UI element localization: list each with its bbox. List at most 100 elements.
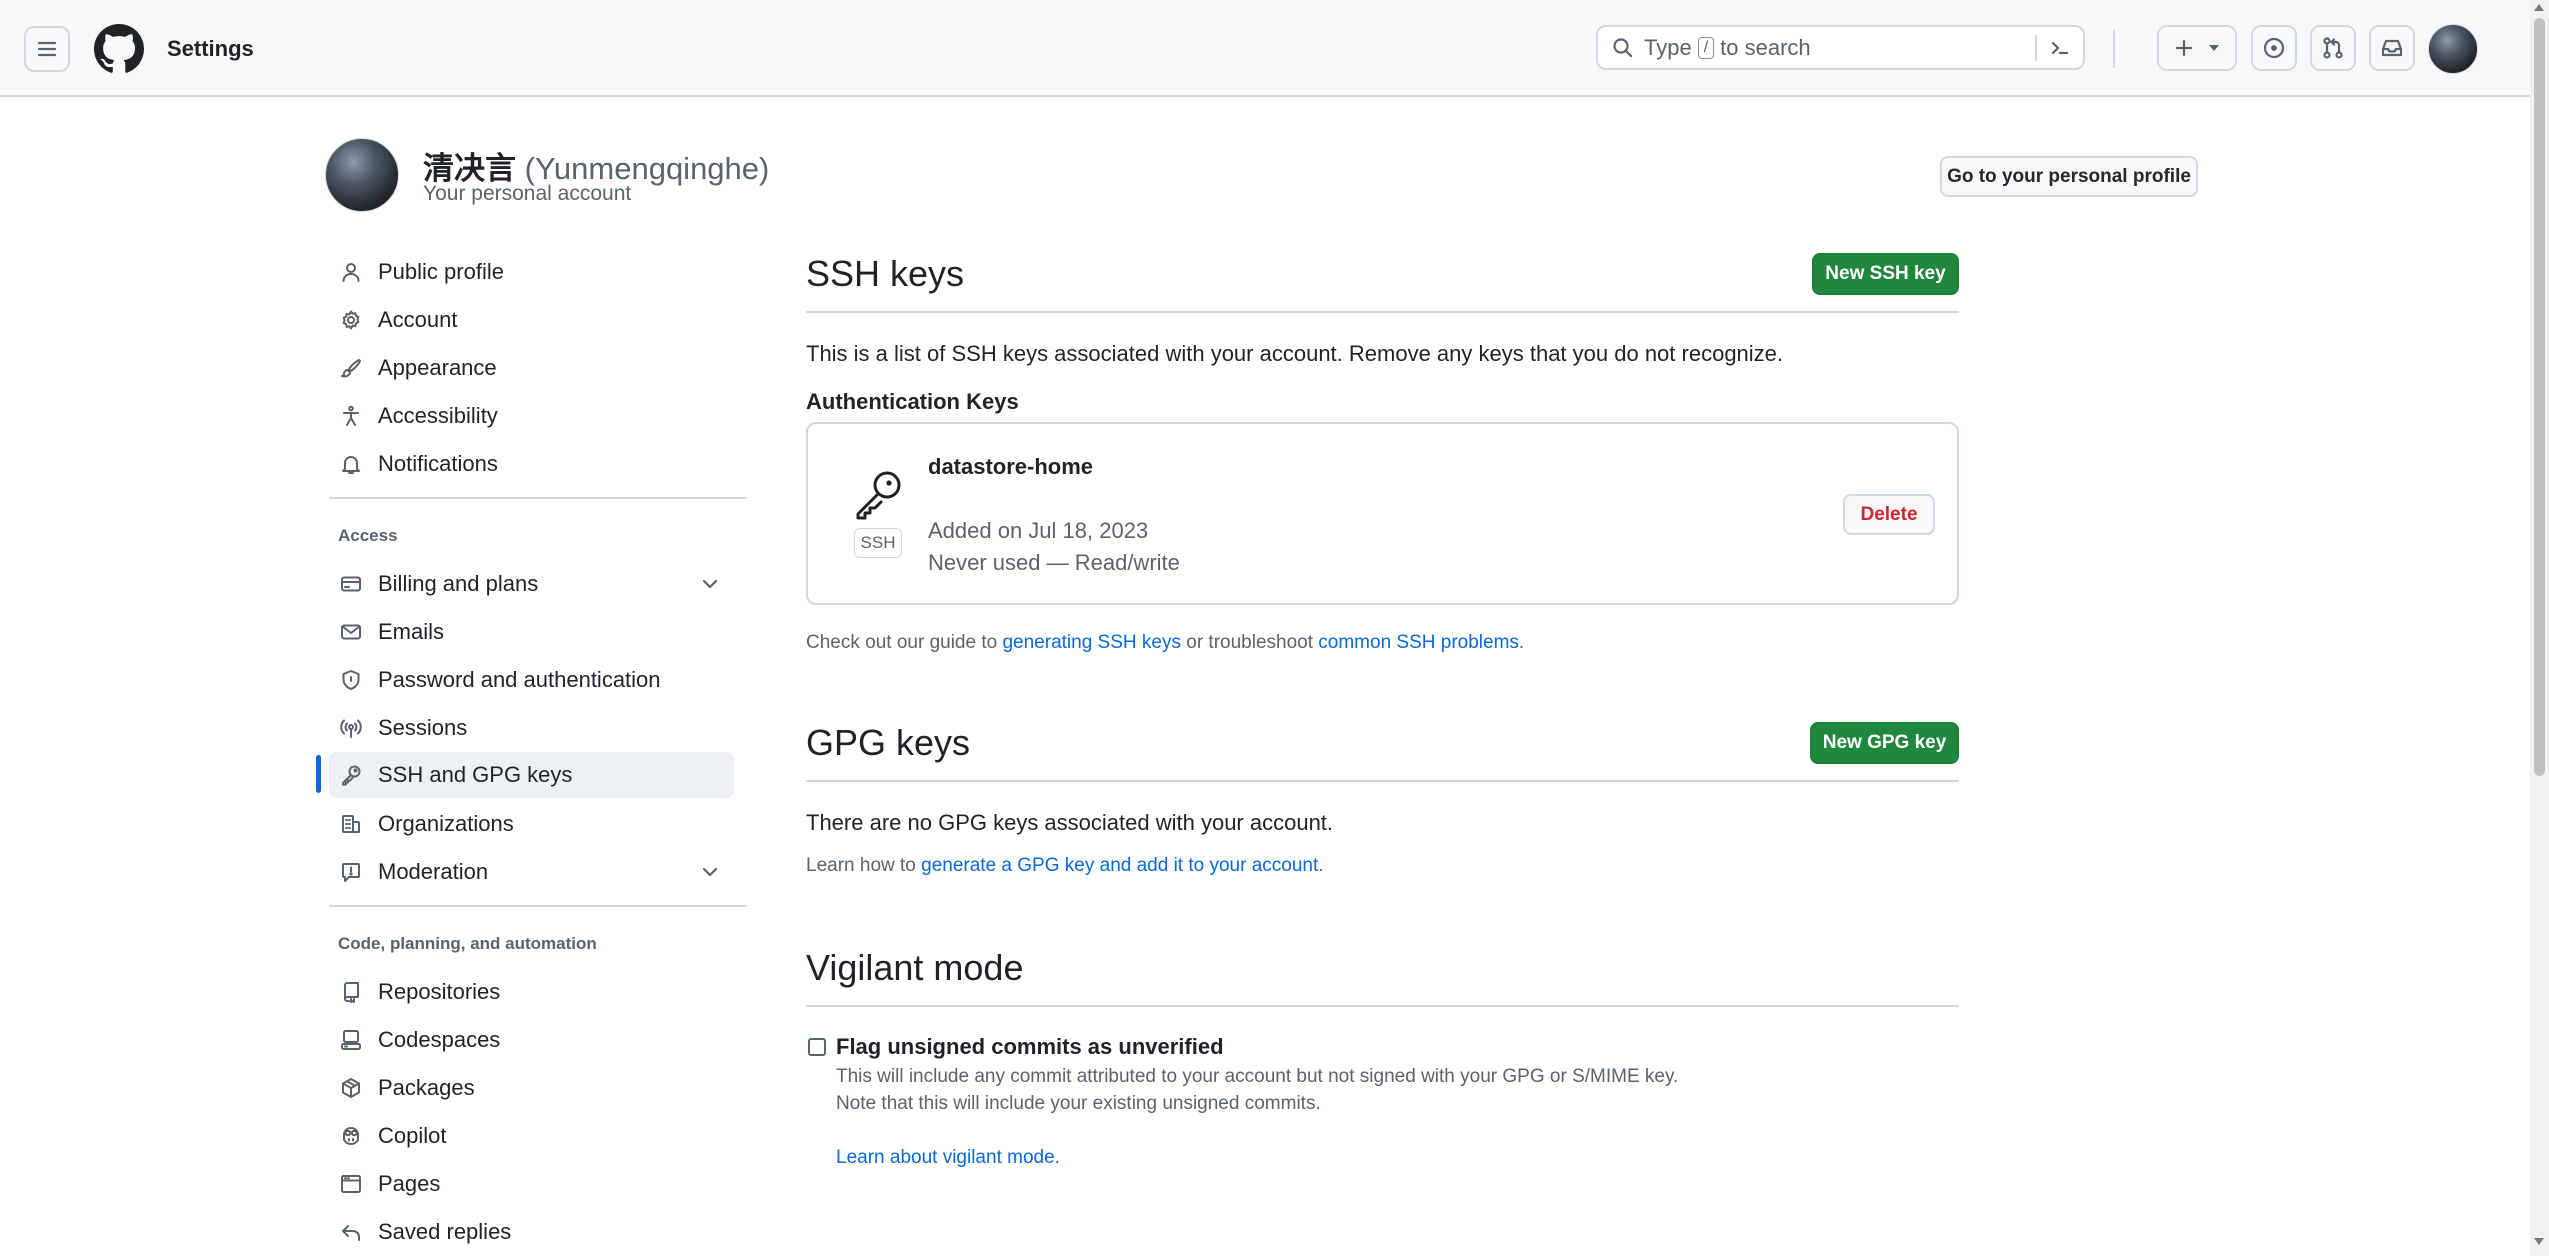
page-context-title[interactable]: Settings	[167, 36, 254, 62]
gear-icon	[339, 308, 363, 332]
issues-button[interactable]	[2251, 25, 2297, 71]
new-ssh-key-button[interactable]: New SSH key	[1812, 253, 1959, 295]
active-item-marker	[316, 755, 321, 793]
profile-avatar[interactable]	[325, 138, 399, 212]
search-divider	[2035, 35, 2037, 61]
menu-button[interactable]	[24, 26, 70, 72]
inbox-icon	[2381, 39, 2403, 57]
sidebar-item-sessions[interactable]: Sessions	[329, 705, 734, 751]
ssh-guide-prefix: Check out our guide to	[806, 632, 998, 653]
github-logo-icon[interactable]	[94, 24, 144, 74]
sidebar-item-packages[interactable]: Packages	[329, 1065, 734, 1111]
sidebar-item-moderation[interactable]: Moderation	[329, 849, 734, 895]
broadcast-icon	[339, 716, 363, 740]
delete-ssh-key-button[interactable]: Delete	[1843, 494, 1935, 535]
sidebar-group-access: Access	[338, 526, 398, 545]
ssh-keys-heading: SSH keys	[806, 253, 965, 294]
sidebar-item-pages[interactable]: Pages	[329, 1161, 734, 1207]
pull-requests-button[interactable]	[2310, 25, 2356, 71]
ssh-description: This is a list of SSH keys associated wi…	[806, 341, 1784, 366]
sidebar-item-copilot[interactable]: Copilot	[329, 1113, 734, 1159]
generate-gpg-key-link[interactable]: generate a GPG key and add it to your ac…	[921, 855, 1318, 876]
scrollbar-thumb[interactable]	[2534, 18, 2545, 776]
sidebar-item-account[interactable]: Account	[329, 297, 734, 343]
user-avatar-menu[interactable]	[2428, 24, 2478, 74]
hamburger-icon	[37, 41, 57, 57]
person-icon	[339, 260, 363, 284]
learn-vigilant-mode-link[interactable]: Learn about vigilant mode.	[836, 1147, 1060, 1169]
sidebar-item-saved-replies[interactable]: Saved replies	[329, 1209, 734, 1255]
mail-icon	[339, 620, 363, 644]
generating-ssh-keys-link[interactable]: generating SSH keys	[1002, 632, 1181, 653]
ssh-key-item: SSH datastore-home Added on Jul 18, 2023…	[806, 422, 1959, 605]
vigilant-mode-heading: Vigilant mode	[806, 947, 1024, 988]
chevron-down-icon[interactable]	[700, 574, 720, 600]
sidebar-item-label: Codespaces	[378, 1027, 501, 1052]
profile-login: (Yunmengqinghe)	[524, 151, 770, 186]
sidebar-item-label: Password and authentication	[378, 667, 661, 692]
search-placeholder-suffix: to search	[1720, 34, 1811, 60]
sidebar-item-organizations[interactable]: Organizations	[329, 801, 734, 847]
browser-icon	[339, 1172, 363, 1196]
gpg-learn-prefix: Learn how to	[806, 855, 916, 876]
profile-name[interactable]: 清决言	[423, 151, 516, 186]
ssh-guide-suffix: .	[1518, 632, 1525, 653]
sidebar-item-label: Billing and plans	[378, 571, 539, 596]
triangle-down-icon	[2209, 45, 2219, 51]
gpg-learn-text: Learn how to generate a GPG key and add …	[806, 855, 1324, 877]
ssh-guide-middle: or troubleshoot	[1186, 632, 1313, 653]
inbox-button[interactable]	[2369, 25, 2415, 71]
sidebar-item-label: Accessibility	[378, 403, 498, 428]
new-gpg-key-button[interactable]: New GPG key	[1810, 722, 1959, 764]
sidebar-item-password[interactable]: Password and authentication	[329, 657, 734, 703]
sidebar-item-label: Saved replies	[378, 1219, 512, 1244]
sidebar-item-appearance[interactable]: Appearance	[329, 345, 734, 391]
codespaces-icon	[339, 1028, 363, 1052]
gpg-empty-text: There are no GPG keys associated with yo…	[806, 810, 1334, 835]
create-new-button[interactable]	[2157, 25, 2237, 71]
git-pull-request-icon	[2323, 37, 2343, 59]
sidebar-item-label: Copilot	[378, 1123, 447, 1148]
sidebar-item-label: SSH and GPG keys	[378, 762, 573, 787]
sidebar-item-accessibility[interactable]: Accessibility	[329, 393, 734, 439]
credit-card-icon	[339, 572, 363, 596]
sidebar-item-emails[interactable]: Emails	[329, 609, 734, 655]
accessibility-icon	[339, 404, 363, 428]
sidebar-item-codespaces[interactable]: Codespaces	[329, 1017, 734, 1063]
ssh-key-usage: Never used — Read/write	[928, 550, 1180, 575]
ssh-guide-text: Check out our guide to generating SSH ke…	[806, 632, 1524, 654]
paintbrush-icon	[339, 356, 363, 380]
sidebar-divider	[329, 497, 747, 499]
gpg-section-divider	[806, 780, 1959, 782]
search-icon	[1613, 37, 1633, 57]
chevron-down-icon[interactable]	[700, 862, 720, 888]
organization-icon	[339, 812, 363, 836]
sidebar-item-label: Appearance	[378, 355, 497, 380]
scroll-down-arrow-icon[interactable]	[2534, 1238, 2544, 1245]
gpg-keys-heading: GPG keys	[806, 722, 971, 763]
scrollbar-track[interactable]	[2530, 0, 2549, 1256]
sidebar-item-label: Repositories	[378, 979, 501, 1004]
flag-unsigned-commits-label[interactable]: Flag unsigned commits as unverified	[836, 1034, 1224, 1060]
sidebar-item-label: Emails	[378, 619, 445, 644]
vigilant-description-line2: Note that this will include your existin…	[836, 1093, 1321, 1114]
sidebar-item-repositories[interactable]: Repositories	[329, 969, 734, 1015]
report-icon	[339, 860, 363, 884]
search-input[interactable]: Type / to search	[1596, 25, 2085, 70]
ssh-key-name: datastore-home	[928, 454, 1094, 479]
sidebar-item-billing[interactable]: Billing and plans	[329, 561, 734, 607]
scroll-up-arrow-icon[interactable]	[2534, 4, 2544, 11]
header-divider	[2113, 30, 2115, 68]
sidebar-item-label: Notifications	[378, 451, 498, 476]
gpg-learn-suffix: .	[1318, 855, 1324, 876]
common-ssh-problems-link[interactable]: common SSH problems	[1318, 632, 1519, 653]
sidebar-item-notifications[interactable]: Notifications	[329, 441, 734, 487]
command-palette-icon[interactable]	[2049, 37, 2071, 59]
sidebar-item-ssh-gpg-keys[interactable]: SSH and GPG keys	[329, 752, 734, 798]
sidebar-item-label: Organizations	[378, 811, 514, 836]
sidebar-group-code: Code, planning, and automation	[338, 934, 597, 953]
flag-unsigned-commits-checkbox[interactable]	[808, 1038, 826, 1056]
go-to-profile-button[interactable]: Go to your personal profile	[1940, 156, 2198, 197]
sidebar-item-public-profile[interactable]: Public profile	[329, 249, 734, 295]
repo-icon	[339, 980, 363, 1004]
